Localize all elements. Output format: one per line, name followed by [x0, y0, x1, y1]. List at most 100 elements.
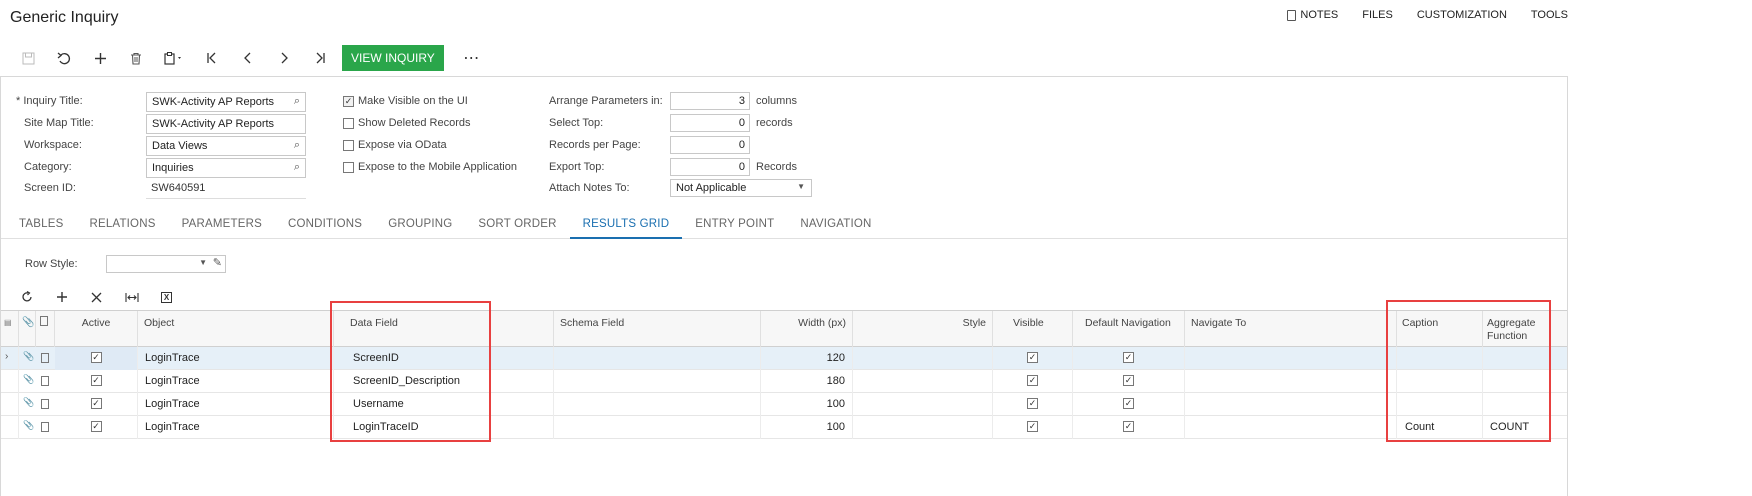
width-cell[interactable]: 100	[761, 416, 853, 439]
checkbox-checked-icon[interactable]: ✓	[1027, 375, 1038, 386]
export-excel-button[interactable]: X	[149, 287, 184, 307]
note-icon[interactable]	[41, 422, 49, 432]
notes-link[interactable]: NOTES	[1287, 9, 1338, 21]
search-icon[interactable]: ⌕	[294, 161, 300, 174]
checkbox-checked-icon[interactable]: ✓	[1123, 375, 1134, 386]
row-selector-chevron-icon[interactable]: ›	[1, 347, 19, 370]
last-record-button[interactable]	[302, 44, 338, 72]
grid-settings-icon[interactable]: ▤	[4, 318, 12, 327]
tab-conditions[interactable]: CONDITIONS	[275, 211, 375, 239]
select-top-input[interactable]: 0	[670, 114, 750, 132]
row-selector[interactable]	[1, 393, 19, 416]
tab-parameters[interactable]: PARAMETERS	[169, 211, 275, 239]
row-selector[interactable]	[1, 370, 19, 393]
object-cell[interactable]: LoginTrace	[138, 416, 334, 439]
width-cell[interactable]: 180	[761, 370, 853, 393]
object-cell[interactable]: LoginTrace	[138, 370, 334, 393]
visible-cell[interactable]: ✓	[993, 416, 1073, 439]
checkbox-checked-icon[interactable]: ✓	[1123, 398, 1134, 409]
default-nav-cell[interactable]: ✓	[1073, 347, 1185, 370]
customization-link[interactable]: CUSTOMIZATION	[1417, 9, 1507, 21]
checkbox-checked-icon[interactable]: ✓	[90, 398, 102, 409]
active-cell[interactable]: ✓	[55, 416, 138, 439]
checkbox-checked-icon[interactable]: ✓	[343, 95, 354, 107]
table-row[interactable]: 📎 ✓ LoginTrace ScreenID_Description 180 …	[1, 370, 1567, 393]
checkbox-icon[interactable]	[343, 139, 354, 151]
expose-odata-checkbox[interactable]: Expose via OData	[343, 139, 447, 151]
note-icon[interactable]	[41, 353, 49, 363]
search-icon[interactable]: ⌕	[294, 95, 300, 108]
default-nav-cell[interactable]: ✓	[1073, 416, 1185, 439]
header-width[interactable]: Width (px)	[761, 311, 853, 347]
pencil-icon[interactable]: ✎	[213, 256, 222, 269]
visible-cell[interactable]: ✓	[993, 370, 1073, 393]
width-cell[interactable]: 100	[761, 393, 853, 416]
style-cell[interactable]	[853, 416, 993, 439]
workspace-field[interactable]: Data Views ⌕	[146, 136, 306, 156]
search-icon[interactable]: ⌕	[294, 139, 300, 152]
view-inquiry-button[interactable]: VIEW INQUIRY	[342, 45, 444, 71]
style-cell[interactable]	[853, 393, 993, 416]
records-per-page-input[interactable]: 0	[670, 136, 750, 154]
attach-notes-select[interactable]: Not Applicable ▼	[670, 179, 812, 197]
tab-navigation[interactable]: NAVIGATION	[787, 211, 884, 239]
navigate-to-cell[interactable]	[1185, 347, 1397, 370]
default-nav-cell[interactable]: ✓	[1073, 393, 1185, 416]
files-link[interactable]: FILES	[1362, 9, 1393, 21]
navigate-to-cell[interactable]	[1185, 416, 1397, 439]
style-cell[interactable]	[853, 347, 993, 370]
header-object[interactable]: Object	[138, 311, 334, 347]
table-row[interactable]: 📎 ✓ LoginTrace Username 100 ✓ ✓	[1, 393, 1567, 416]
active-cell[interactable]: ✓	[55, 347, 138, 370]
save-button[interactable]	[10, 44, 46, 72]
checkbox-checked-icon[interactable]: ✓	[1027, 421, 1038, 432]
schema-field-cell[interactable]	[554, 347, 761, 370]
first-record-button[interactable]	[194, 44, 230, 72]
undo-button[interactable]	[46, 44, 82, 72]
checkbox-checked-icon[interactable]: ✓	[1123, 352, 1134, 363]
object-cell[interactable]: LoginTrace	[138, 393, 334, 416]
style-cell[interactable]	[853, 370, 993, 393]
expose-mobile-checkbox[interactable]: Expose to the Mobile Application	[343, 161, 517, 173]
add-row-button[interactable]	[44, 287, 79, 307]
default-nav-cell[interactable]: ✓	[1073, 370, 1185, 393]
note-icon[interactable]	[41, 399, 49, 409]
header-schema-field[interactable]: Schema Field	[554, 311, 761, 347]
category-field[interactable]: Inquiries ⌕	[146, 158, 306, 178]
show-deleted-checkbox[interactable]: Show Deleted Records	[343, 117, 471, 129]
delete-row-button[interactable]	[79, 287, 114, 307]
previous-record-button[interactable]	[230, 44, 266, 72]
checkbox-checked-icon[interactable]: ✓	[1027, 352, 1038, 363]
add-button[interactable]	[82, 44, 118, 72]
checkbox-checked-icon[interactable]: ✓	[1027, 398, 1038, 409]
visible-cell[interactable]: ✓	[993, 393, 1073, 416]
width-cell[interactable]: 120	[761, 347, 853, 370]
table-row[interactable]: › 📎 ✓ LoginTrace ScreenID 120 ✓ ✓	[1, 347, 1567, 370]
object-cell[interactable]: LoginTrace	[138, 347, 334, 370]
note-icon[interactable]	[41, 376, 49, 386]
inquiry-title-field[interactable]: SWK-Activity AP Reports ⌕	[146, 92, 306, 112]
tab-results-grid[interactable]: RESULTS GRID	[569, 211, 683, 239]
next-record-button[interactable]	[266, 44, 302, 72]
navigate-to-cell[interactable]	[1185, 393, 1397, 416]
paperclip-icon[interactable]: 📎	[23, 351, 34, 362]
header-visible[interactable]: Visible	[993, 311, 1073, 347]
checkbox-checked-icon[interactable]: ✓	[90, 375, 102, 386]
tab-relations[interactable]: RELATIONS	[76, 211, 168, 239]
row-style-select[interactable]: ▼ ✎	[106, 255, 226, 273]
table-row[interactable]: 📎 ✓ LoginTrace LoginTraceID 100 ✓ ✓ Coun…	[1, 416, 1567, 439]
refresh-button[interactable]	[9, 287, 44, 307]
checkbox-icon[interactable]	[343, 117, 354, 129]
row-selector[interactable]	[1, 416, 19, 439]
header-default-navigation[interactable]: Default Navigation	[1073, 311, 1185, 347]
paperclip-icon[interactable]: 📎	[23, 420, 34, 431]
navigate-to-cell[interactable]	[1185, 370, 1397, 393]
checkbox-checked-icon[interactable]: ✓	[90, 421, 102, 432]
make-visible-checkbox[interactable]: ✓ Make Visible on the UI	[343, 95, 468, 107]
checkbox-checked-icon[interactable]: ✓	[90, 352, 102, 363]
active-cell[interactable]: ✓	[55, 393, 138, 416]
tab-entry-point[interactable]: ENTRY POINT	[682, 211, 787, 239]
fit-columns-button[interactable]	[114, 287, 149, 307]
active-cell[interactable]: ✓	[55, 370, 138, 393]
paperclip-icon[interactable]: 📎	[23, 397, 34, 408]
